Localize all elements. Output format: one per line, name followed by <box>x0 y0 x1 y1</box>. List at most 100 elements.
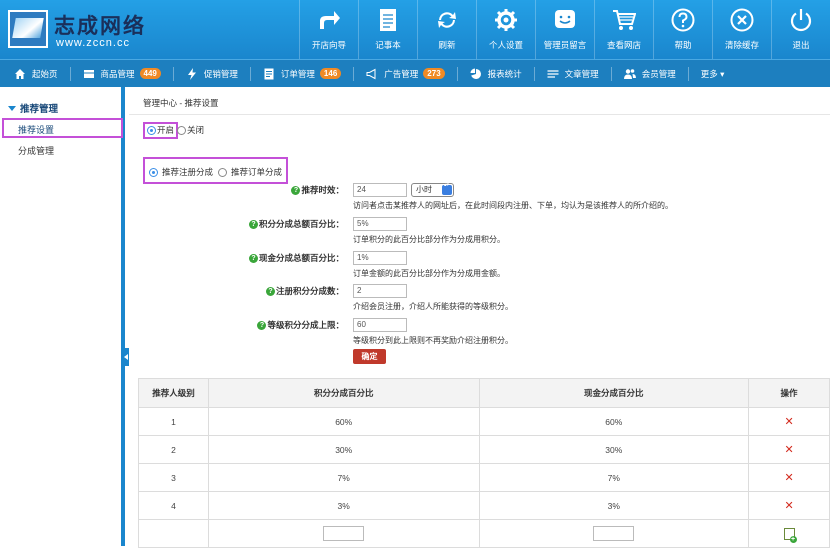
menu-label: 起始页 <box>32 68 58 79</box>
label-text: 积分分成总额百分比： <box>258 219 344 229</box>
help-note: 订单积分的此百分比部分作为分成用积分。 <box>353 235 505 244</box>
menu-more-dropdown[interactable]: 更多 ▾ <box>701 68 725 80</box>
label-text: 注册积分分成数： <box>275 286 344 296</box>
menu-divider <box>249 66 251 81</box>
cell-level: 4 <box>138 491 209 520</box>
help-icon[interactable]: ? <box>257 320 267 330</box>
sidebar: 推荐管理 推荐设置 分成管理 <box>0 87 125 546</box>
table-header-row: 推荐人级别 积分分成百分比 现金分成百分比 操作 <box>138 378 830 408</box>
refresh-icon <box>438 12 456 28</box>
menu-label: 会员管理 <box>641 68 676 79</box>
main-menu-bar: 起始页 商品管理 449 促销管理 订单管理 146 广告管理 273 报表统计… <box>0 59 830 87</box>
nav-notepad-button[interactable]: 记事本 <box>358 0 417 59</box>
radio-register-label: 推荐注册分成 <box>162 167 214 177</box>
cell-points-pct <box>207 519 480 548</box>
menu-home[interactable]: 起始页 <box>14 68 58 80</box>
help-icon[interactable]: ? <box>248 219 258 229</box>
menu-members[interactable]: 会员管理 <box>623 68 676 80</box>
cell-level: 1 <box>138 407 209 436</box>
nav-label: 退出 <box>792 40 810 50</box>
nav-logout-button[interactable]: 退出 <box>771 0 830 59</box>
nav-view-store-button[interactable]: 查看网店 <box>594 0 653 59</box>
menu-label: 促销管理 <box>203 68 238 79</box>
new-cash-pct-input[interactable] <box>593 526 635 541</box>
radio-off[interactable] <box>177 125 187 135</box>
sidebar-heading-label: 推荐管理 <box>20 104 59 115</box>
menu-orders[interactable]: 订单管理 146 <box>263 68 342 80</box>
megaphone-icon <box>366 68 376 79</box>
cash-pct-input[interactable]: 1% <box>353 251 407 265</box>
add-row-icon[interactable] <box>783 527 797 543</box>
goods-box-icon <box>83 69 94 78</box>
help-note: 等级积分到此上限则不再奖励介绍注册积分。 <box>353 336 513 345</box>
cell-cash-pct: 30% <box>478 435 750 464</box>
time-unit-select[interactable]: 小时 <box>411 182 454 197</box>
commission-table: 推荐人级别 积分分成百分比 现金分成百分比 操作 1 60% 60% ✕ 2 3… <box>138 378 830 548</box>
main-content: 管理中心 - 推荐设置 开启 关闭 推荐注册分成 推荐订单分成 ? 推荐时效： 2… <box>129 87 830 548</box>
nav-help-button[interactable]: 帮助 <box>653 0 712 59</box>
table-row-new <box>138 519 830 548</box>
menu-label: 报表统计 <box>487 68 522 79</box>
nav-label: 帮助 <box>674 40 692 50</box>
lines-icon <box>547 69 559 78</box>
new-points-pct-input[interactable] <box>323 526 365 541</box>
valid-time-input[interactable]: 24 <box>353 183 407 197</box>
power-icon <box>790 9 812 32</box>
form-label: ? 现金分成总额百分比： <box>144 252 344 264</box>
logo-text-en: www.zccn.cc <box>56 37 130 49</box>
menu-label: 订单管理 <box>280 68 315 79</box>
cart-icon <box>613 10 636 30</box>
radio-off-label: 关闭 <box>187 125 205 135</box>
breadcrumb: 管理中心 - 推荐设置 <box>143 98 219 108</box>
sidebar-item-commission-management[interactable]: 分成管理 <box>18 144 54 157</box>
menu-stats[interactable]: 报表统计 <box>470 68 522 80</box>
delete-icon[interactable]: ✕ <box>784 444 793 456</box>
help-icon[interactable]: ? <box>248 253 258 263</box>
nav-label: 个人设置 <box>488 40 523 50</box>
nav-refresh-button[interactable]: 刷新 <box>417 0 476 59</box>
delete-icon[interactable]: ✕ <box>784 500 793 512</box>
menu-divider <box>172 66 174 81</box>
cell-actions: ✕ <box>748 407 830 436</box>
logo[interactable]: 志成网络 www.zccn.cc <box>8 6 168 52</box>
column-header: 积分分成百分比 <box>207 378 480 408</box>
select-arrow-icon <box>442 182 452 195</box>
ads-count-badge: 273 <box>423 68 445 79</box>
radio-on[interactable] <box>147 125 156 135</box>
nav-open-wizard-button[interactable]: 开店向导 <box>299 0 358 59</box>
column-header: 推荐人级别 <box>138 378 209 408</box>
nav-clear-cache-button[interactable]: 清除缓存 <box>712 0 771 59</box>
users-icon <box>623 68 636 79</box>
radio-register-split[interactable] <box>149 167 158 177</box>
cell-level <box>138 519 209 548</box>
cell-level: 2 <box>138 435 209 464</box>
menu-goods[interactable]: 商品管理 449 <box>83 68 161 80</box>
cell-actions: ✕ <box>748 491 830 520</box>
radio-order-split[interactable] <box>218 167 228 177</box>
delete-icon[interactable]: ✕ <box>784 416 793 428</box>
nav-label: 刷新 <box>438 40 456 50</box>
radio-order-label: 推荐订单分成 <box>231 167 283 177</box>
nav-label: 记事本 <box>375 40 401 50</box>
form-label: ? 积分分成总额百分比： <box>144 218 344 230</box>
submit-button[interactable]: 确定 <box>353 349 386 364</box>
sidebar-heading[interactable]: 推荐管理 <box>8 101 58 115</box>
menu-articles[interactable]: 文章管理 <box>547 68 599 80</box>
nav-admin-message-button[interactable]: 管理员留言 <box>535 0 594 59</box>
nav-label: 开店向导 <box>311 40 346 50</box>
form-label: ? 等级积分分成上限： <box>144 319 344 331</box>
nav-label: 管理员留言 <box>543 40 587 50</box>
table-row: 1 60% 60% ✕ <box>138 407 830 436</box>
register-points-input[interactable]: 2 <box>353 284 407 298</box>
level-limit-input[interactable]: 60 <box>353 318 407 332</box>
help-icon[interactable]: ? <box>265 286 275 296</box>
cell-level: 3 <box>138 463 209 492</box>
nav-label: 查看网店 <box>606 40 641 50</box>
menu-divider <box>687 66 689 81</box>
points-pct-input[interactable]: 5% <box>353 217 407 231</box>
menu-promotion[interactable]: 促销管理 <box>186 67 238 80</box>
menu-ads[interactable]: 广告管理 273 <box>366 68 445 80</box>
help-icon[interactable]: ? <box>291 185 301 195</box>
delete-icon[interactable]: ✕ <box>784 472 793 484</box>
nav-personal-settings-button[interactable]: 个人设置 <box>476 0 535 59</box>
